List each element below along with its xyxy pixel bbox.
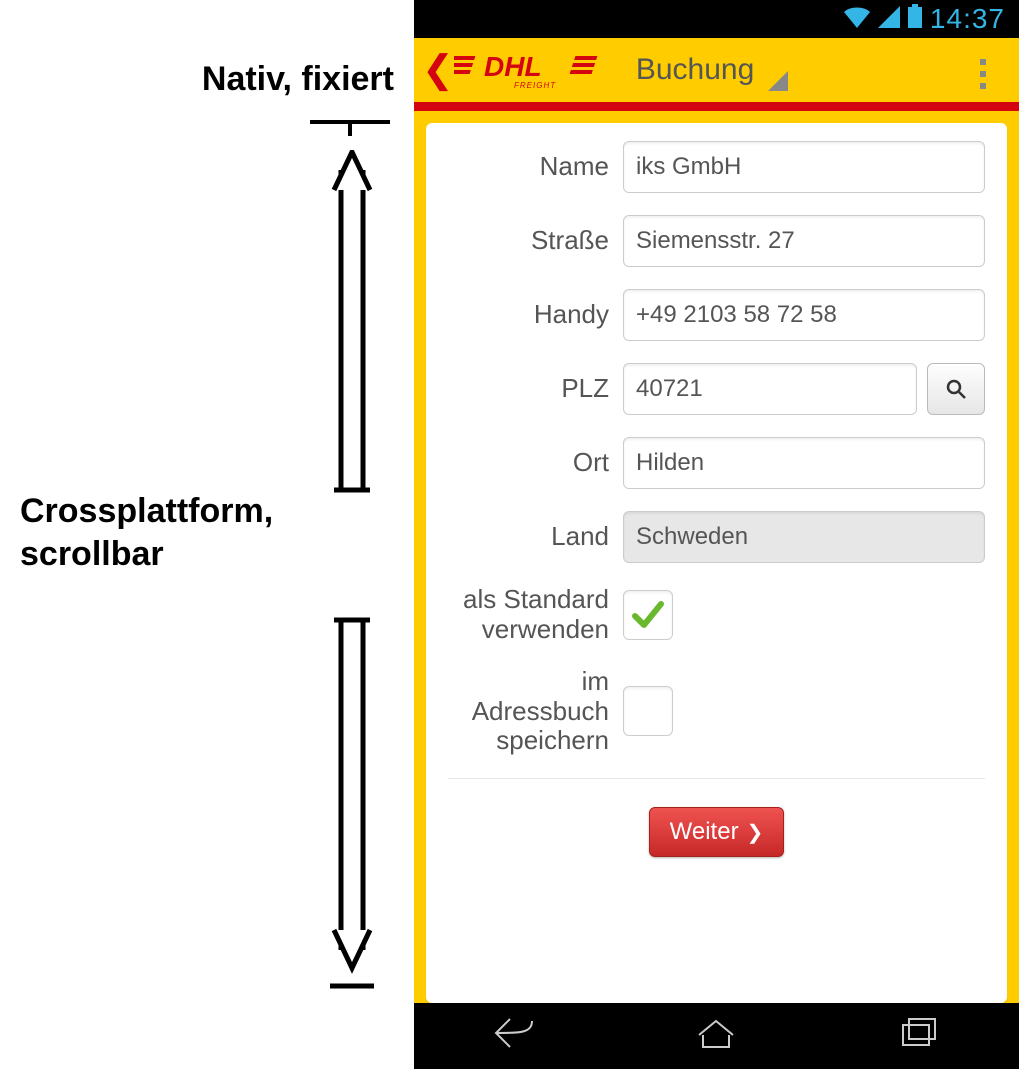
row-street: Straße [448, 215, 985, 267]
label-street: Straße [448, 226, 623, 256]
row-city: Ort [448, 437, 985, 489]
red-accent-strip [414, 102, 1019, 111]
zip-search-button[interactable] [927, 363, 985, 415]
label-use-default: als Standard verwenden [448, 585, 623, 645]
back-icon[interactable]: ❮ [418, 47, 454, 92]
label-mobile: Handy [448, 300, 623, 330]
app-body: Name Straße Handy PLZ [414, 111, 1019, 1003]
separator [448, 778, 985, 779]
battery-icon [908, 3, 922, 35]
nav-home-button[interactable] [691, 1013, 741, 1058]
input-mobile[interactable] [623, 289, 985, 341]
dhl-logo[interactable]: DHL FREIGHT [454, 48, 624, 92]
search-icon [945, 378, 967, 400]
checkbox-use-default[interactable] [623, 590, 673, 640]
label-name: Name [448, 152, 623, 182]
nav-recents-button[interactable] [893, 1013, 943, 1058]
nav-back-button[interactable] [490, 1013, 540, 1058]
chevron-right-icon: ❯ [747, 820, 764, 845]
row-mobile: Handy [448, 289, 985, 341]
overflow-menu-button[interactable] [963, 38, 1003, 110]
input-name[interactable] [623, 141, 985, 193]
double-arrow-icon [330, 150, 374, 990]
label-country: Land [448, 522, 623, 552]
input-street[interactable] [623, 215, 985, 267]
input-city[interactable] [623, 437, 985, 489]
wifi-icon [844, 3, 870, 35]
checkbox-save-address[interactable] [623, 686, 673, 736]
label-save-address: im Adressbuch speichern [448, 667, 623, 757]
svg-text:FREIGHT: FREIGHT [514, 81, 556, 90]
android-status-bar: 14:37 [414, 0, 1019, 38]
select-country[interactable]: Schweden [623, 511, 985, 563]
input-zip[interactable] [623, 363, 917, 415]
checkmark-icon [631, 598, 665, 632]
cell-signal-icon [878, 3, 900, 35]
dropdown-indicator-icon[interactable] [768, 71, 788, 96]
continue-button[interactable]: Weiter ❯ [649, 807, 785, 857]
phone-frame: 14:37 ❮ DHL FREIGHT Buchung [414, 0, 1019, 1069]
row-country: Land Schweden [448, 511, 985, 563]
label-zip: PLZ [448, 374, 623, 404]
annotation-mid-label: Crossplattform, scrollbar [20, 490, 273, 575]
row-save-address: im Adressbuch speichern [448, 667, 985, 757]
status-time: 14:37 [930, 3, 1005, 35]
booking-form: Name Straße Handy PLZ [426, 123, 1007, 1003]
annotation-top-label: Nativ, fixiert [20, 60, 394, 99]
diagram-pane: Nativ, fixiert Crossplattform, scrollbar [0, 0, 414, 1069]
continue-label: Weiter [670, 818, 739, 846]
action-bar: ❮ DHL FREIGHT Buchung [414, 38, 1019, 102]
row-name: Name [448, 141, 985, 193]
svg-text:DHL: DHL [484, 51, 542, 82]
android-nav-bar [414, 1003, 1019, 1069]
tick-mark-vert [348, 120, 352, 136]
row-use-default: als Standard verwenden [448, 585, 985, 645]
page-title[interactable]: Buchung [636, 53, 754, 87]
row-zip: PLZ [448, 363, 985, 415]
label-city: Ort [448, 448, 623, 478]
